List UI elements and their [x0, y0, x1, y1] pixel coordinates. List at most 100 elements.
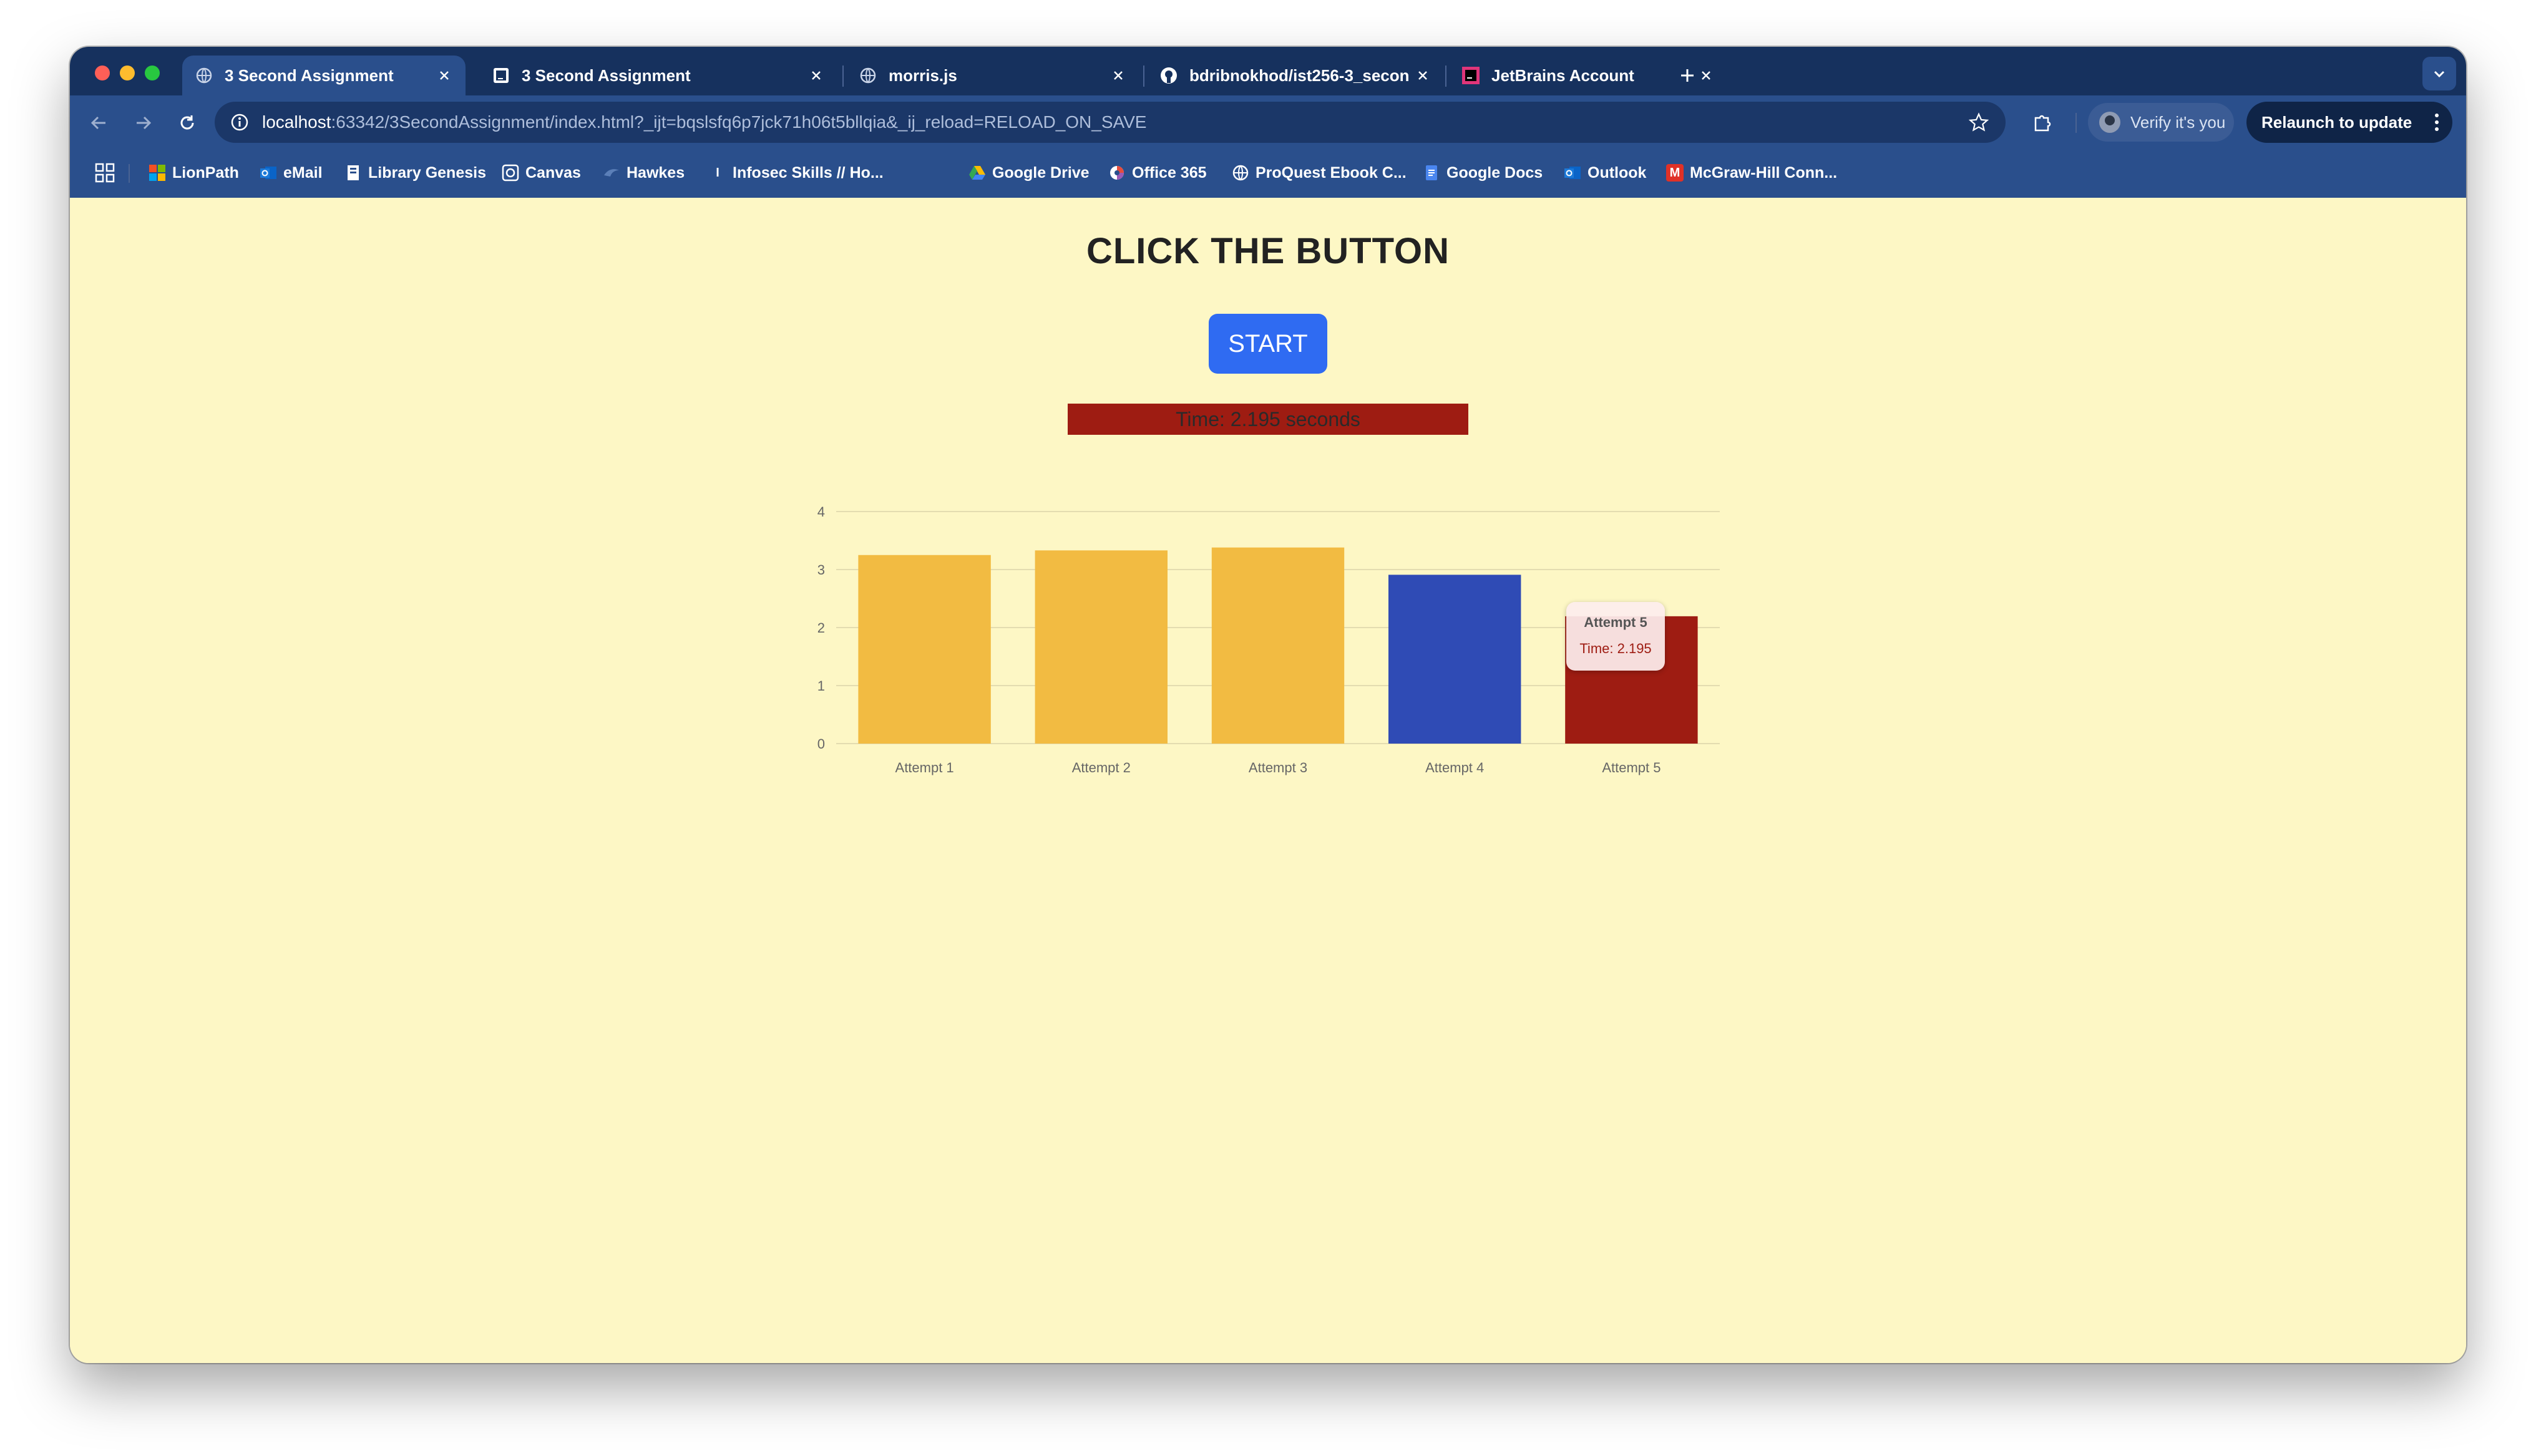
tab-github-repo[interactable]: bdribnokhod/ist256-3_secon — [1147, 56, 1444, 95]
site-info-icon[interactable] — [227, 110, 252, 135]
bookmark-google-docs[interactable]: Google Docs — [1423, 160, 1543, 185]
hawkes-icon — [603, 164, 620, 182]
globe-icon — [195, 66, 213, 85]
jetbrains-icon — [1461, 66, 1480, 85]
tab-title: morris.js — [889, 66, 957, 85]
google-docs-icon — [1423, 164, 1440, 182]
google-drive-icon — [968, 164, 986, 182]
webstorm-icon — [492, 66, 510, 85]
reload-button[interactable] — [173, 109, 201, 137]
chart-tooltip: Attempt 5 Time: 2.195 — [1566, 602, 1665, 671]
tooltip-title: Attempt 5 — [1584, 614, 1647, 630]
browser-window: 3 Second Assignment 3 Second Assignment — [70, 47, 2466, 1363]
close-icon[interactable] — [1108, 66, 1128, 85]
bar-attempt-1[interactable] — [858, 555, 991, 744]
bookmark-hawkes[interactable]: Hawkes — [603, 160, 685, 185]
bookmark-label: Outlook — [1587, 163, 1647, 182]
y-tick-label: 4 — [817, 504, 825, 520]
x-tick-label: Attempt 2 — [1072, 760, 1131, 775]
new-tab-button[interactable] — [1674, 62, 1701, 89]
close-icon[interactable] — [1413, 66, 1433, 85]
bookmark-email[interactable]: eMail — [260, 160, 323, 185]
more-vert-icon — [2435, 114, 2439, 131]
bookmark-proquest[interactable]: ProQuest Ebook C... — [1232, 160, 1407, 185]
bookmark-infosec-skills[interactable]: I Infosec Skills // Ho... — [709, 160, 884, 185]
bar-attempt-2[interactable] — [1035, 550, 1168, 744]
arrow-left-icon — [90, 116, 105, 130]
tab-separator — [1445, 66, 1446, 87]
bookmarks-bar: LionPath eMail Library Genesis Canvas Ha… — [70, 149, 2466, 198]
window-close-button[interactable] — [95, 66, 110, 80]
window-minimize-button[interactable] — [120, 66, 135, 80]
bookmark-label: Canvas — [525, 163, 581, 182]
relaunch-label: Relaunch to update — [2261, 112, 2412, 132]
plus-icon — [1681, 69, 1694, 82]
chevron-down-icon — [2434, 70, 2445, 78]
bookmark-label: Library Genesis — [368, 163, 486, 182]
bookmark-star-button[interactable] — [1966, 109, 1992, 135]
y-tick-label: 0 — [817, 736, 825, 752]
tooltip-body: Time: 2.195 — [1579, 641, 1652, 656]
outlook-icon — [1564, 164, 1581, 182]
url-path: :63342/3SecondAssignment/index.html?_ijt… — [331, 112, 1147, 132]
back-button[interactable] — [85, 109, 112, 137]
page-title: CLICK THE BUTTON — [1086, 231, 1450, 271]
tab-3-second-assignment[interactable]: 3 Second Assignment — [479, 56, 837, 95]
tab-separator — [1143, 66, 1144, 87]
x-tick-label: Attempt 4 — [1425, 760, 1484, 775]
globe-icon — [1232, 164, 1249, 182]
bookmark-lionpath[interactable]: LionPath — [149, 160, 239, 185]
bar-attempt-3[interactable] — [1211, 547, 1345, 744]
canvas-icon — [502, 164, 519, 182]
microsoft-icon — [149, 164, 166, 182]
screenshot-stage: 3 Second Assignment 3 Second Assignment — [0, 0, 2536, 1456]
window-maximize-button[interactable] — [145, 66, 160, 80]
url-host: localhost — [262, 112, 331, 132]
bookmark-office-365[interactable]: Office 365 — [1108, 160, 1207, 185]
start-button[interactable]: START — [1209, 314, 1327, 374]
bookmark-library-genesis[interactable]: Library Genesis — [344, 160, 486, 185]
arrow-right-icon — [137, 116, 152, 130]
y-tick-label: 1 — [817, 678, 825, 694]
extensions-button[interactable] — [2028, 108, 2057, 137]
tab-separator — [842, 66, 844, 87]
verify-identity-button[interactable]: Verify it's you — [2088, 103, 2234, 142]
tab-title: 3 Second Assignment — [522, 66, 691, 85]
tab-morris-js[interactable]: morris.js — [846, 56, 1139, 95]
forward-button[interactable] — [130, 109, 157, 137]
book-icon — [344, 164, 362, 182]
browser-chrome: 3 Second Assignment 3 Second Assignment — [70, 47, 2466, 198]
reload-icon — [180, 115, 194, 130]
verify-label: Verify it's you — [2130, 112, 2226, 132]
browser-toolbar: localhost:63342/3SecondAssignment/index.… — [70, 95, 2466, 149]
bookmark-canvas[interactable]: Canvas — [502, 160, 581, 185]
page-content: 0 1 2 3 4 Attempt 1 Attempt 2 Attempt 3 Attempt … — [70, 198, 2466, 1363]
office-icon — [1108, 164, 1126, 182]
relaunch-update-button[interactable]: Relaunch to update — [2246, 102, 2452, 143]
bookmark-label: Hawkes — [627, 163, 685, 182]
close-icon[interactable] — [434, 66, 454, 85]
tab-3-second-assignment-active[interactable]: 3 Second Assignment — [182, 56, 466, 95]
bookmark-label: Office 365 — [1132, 163, 1207, 182]
avatar — [2099, 112, 2120, 133]
bookmark-label: ProQuest Ebook C... — [1256, 163, 1407, 182]
bar-attempt-4[interactable] — [1388, 575, 1521, 744]
toolbar-separator — [2075, 113, 2077, 133]
bookmark-outlook[interactable]: Outlook — [1564, 160, 1646, 185]
star-icon — [1969, 112, 1989, 132]
close-icon[interactable] — [806, 66, 826, 85]
bookmark-google-drive[interactable]: Google Drive — [968, 160, 1090, 185]
infosec-icon: I — [716, 165, 719, 180]
globe-icon — [859, 66, 877, 85]
bookmark-label: LionPath — [172, 163, 239, 182]
mcgraw-hill-icon: M — [1666, 164, 1684, 182]
puzzle-icon — [2034, 115, 2051, 132]
bookmark-label: eMail — [283, 163, 323, 182]
address-bar[interactable]: localhost:63342/3SecondAssignment/index.… — [215, 102, 2006, 143]
tab-search-button[interactable] — [2422, 57, 2456, 90]
bookmark-mcgraw-hill[interactable]: M McGraw-Hill Conn... — [1666, 160, 1837, 185]
apps-grid-icon[interactable] — [94, 162, 116, 184]
y-tick-label: 2 — [817, 620, 825, 636]
tab-title: bdribnokhod/ist256-3_secon — [1189, 66, 1410, 85]
x-tick-label: Attempt 1 — [895, 760, 954, 775]
